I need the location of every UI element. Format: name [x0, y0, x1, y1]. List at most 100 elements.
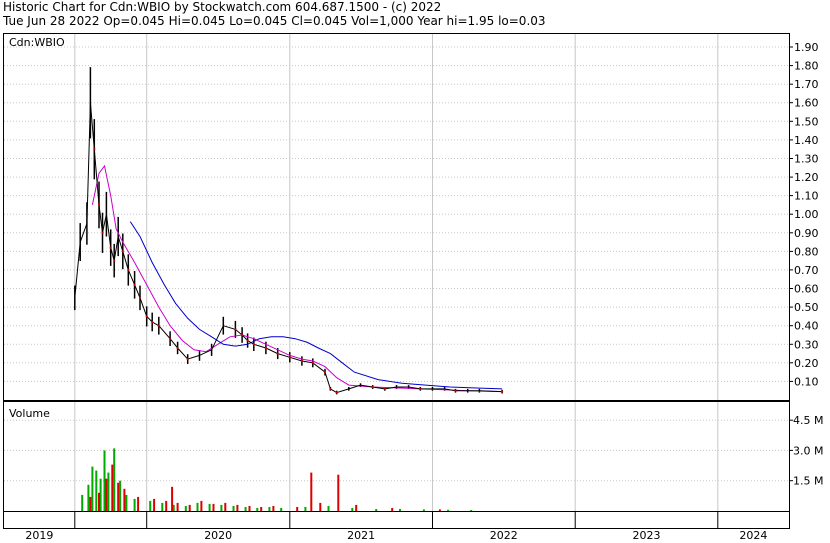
time-axis [3, 511, 790, 529]
volume-bar [176, 502, 179, 511]
price-y-axis: 1.90 1.80 1.70 1.60 1.50 1.40 1.30 1.20 1.10 1.00… [789, 41, 819, 388]
price-down-marker [113, 259, 116, 262]
price-down-marker [276, 352, 279, 355]
price-y-tick-label: 0.10 [794, 375, 819, 388]
volume-bar [310, 472, 313, 511]
price-down-marker [127, 268, 130, 271]
volume-bar [470, 510, 473, 511]
volume-bar [184, 506, 187, 511]
price-y-tick-label: 0.80 [794, 245, 819, 258]
price-panel-label: Cdn:WBIO [9, 36, 65, 49]
volume-bar [236, 504, 239, 511]
price-down-marker [383, 387, 386, 390]
price-y-tick-label: 1.90 [794, 41, 819, 54]
price-y-tick-label: 1.20 [794, 171, 819, 184]
volume-y-tick-label: 1.5 M [793, 475, 823, 488]
volume-bar [105, 478, 108, 511]
volume-bar [447, 509, 450, 511]
volume-bar [161, 502, 164, 511]
price-down-marker [454, 389, 457, 392]
price-down-marker [329, 387, 332, 390]
price-down-marker [145, 315, 148, 318]
x-axis-year-label: 2019 [25, 529, 53, 542]
price-down-marker [335, 391, 338, 394]
volume-bar [103, 450, 106, 511]
price-down-marker [288, 356, 291, 359]
volume-bar [337, 474, 340, 511]
price-down-marker [246, 339, 249, 342]
price-down-marker [109, 246, 112, 249]
volume-bar [256, 508, 259, 511]
volume-bar [91, 466, 94, 511]
volume-y-axis: 4.5 M 3.0 M 1.5 M [789, 414, 823, 488]
price-y-tick-label: 1.60 [794, 97, 819, 110]
volume-bar [149, 500, 152, 511]
chart-window: Historic Chart for Cdn:WBIO by Stockwatc… [0, 0, 830, 543]
price-down-marker [121, 250, 124, 253]
price-y-tick-label: 1.70 [794, 78, 819, 91]
volume-bar [280, 508, 283, 511]
volume-bar [212, 503, 215, 511]
price-down-marker [176, 347, 179, 349]
price-down-marker [157, 324, 160, 327]
price-y-tick-label: 1.80 [794, 60, 819, 73]
volume-bar [399, 509, 401, 511]
volume-bar [125, 494, 128, 511]
x-axis-year-label: 2022 [490, 529, 518, 542]
volume-bar [81, 494, 84, 511]
price-y-tick-label: 0.30 [794, 338, 819, 351]
volume-bar [188, 504, 191, 511]
x-axis-year-label: 2023 [633, 529, 661, 542]
volume-bar [248, 506, 251, 511]
price-down-marker [241, 334, 244, 336]
volume-bar [113, 448, 116, 511]
volume-bar [87, 484, 90, 511]
price-panel [3, 33, 790, 401]
x-axis-year-label: 2021 [347, 529, 375, 542]
volume-bar [244, 507, 247, 511]
price-down-marker [264, 347, 267, 349]
price-down-marker [169, 337, 172, 340]
price-down-marker [133, 283, 136, 286]
volume-bar [153, 498, 156, 511]
volume-bar [200, 500, 203, 511]
volume-bar [232, 506, 235, 511]
price-down-marker [300, 360, 303, 362]
volume-panel [3, 401, 790, 512]
price-y-tick-label: 0.70 [794, 264, 819, 277]
price-down-marker [324, 371, 326, 374]
volume-bar [95, 470, 98, 511]
volume-bar [220, 504, 223, 511]
volume-bar [438, 509, 441, 511]
price-down-marker [252, 343, 255, 346]
volume-bar [272, 506, 275, 511]
volume-bar [111, 464, 114, 511]
price-y-tick-label: 0.20 [794, 357, 819, 370]
volume-bar [224, 502, 227, 511]
price-down-marker [186, 358, 189, 361]
volume-bar [304, 507, 307, 511]
price-y-tick-label: 1.50 [794, 115, 819, 128]
price-down-marker [93, 148, 96, 151]
volume-y-tick-label: 3.0 M [793, 444, 823, 457]
price-down-marker [311, 361, 314, 364]
volume-bar [391, 508, 394, 511]
volume-y-tick-label: 4.5 M [793, 414, 823, 427]
volume-panel-label: Volume [9, 407, 50, 420]
volume-bar [119, 480, 122, 511]
x-axis-year-label: 2024 [739, 529, 767, 542]
price-down-marker [139, 296, 141, 299]
price-y-tick-label: 1.30 [794, 153, 819, 166]
volume-bar [171, 486, 174, 511]
volume-bar [137, 496, 140, 511]
volume-bar [123, 488, 126, 511]
volume-bar [89, 496, 92, 511]
price-y-tick-label: 0.60 [794, 283, 819, 296]
price-down-marker [501, 390, 504, 393]
volume-bar [319, 502, 322, 511]
volume-bar [355, 504, 358, 511]
price-down-marker [419, 387, 422, 390]
volume-bar [351, 508, 354, 511]
volume-bar [375, 509, 378, 511]
volume-bar [268, 507, 271, 511]
